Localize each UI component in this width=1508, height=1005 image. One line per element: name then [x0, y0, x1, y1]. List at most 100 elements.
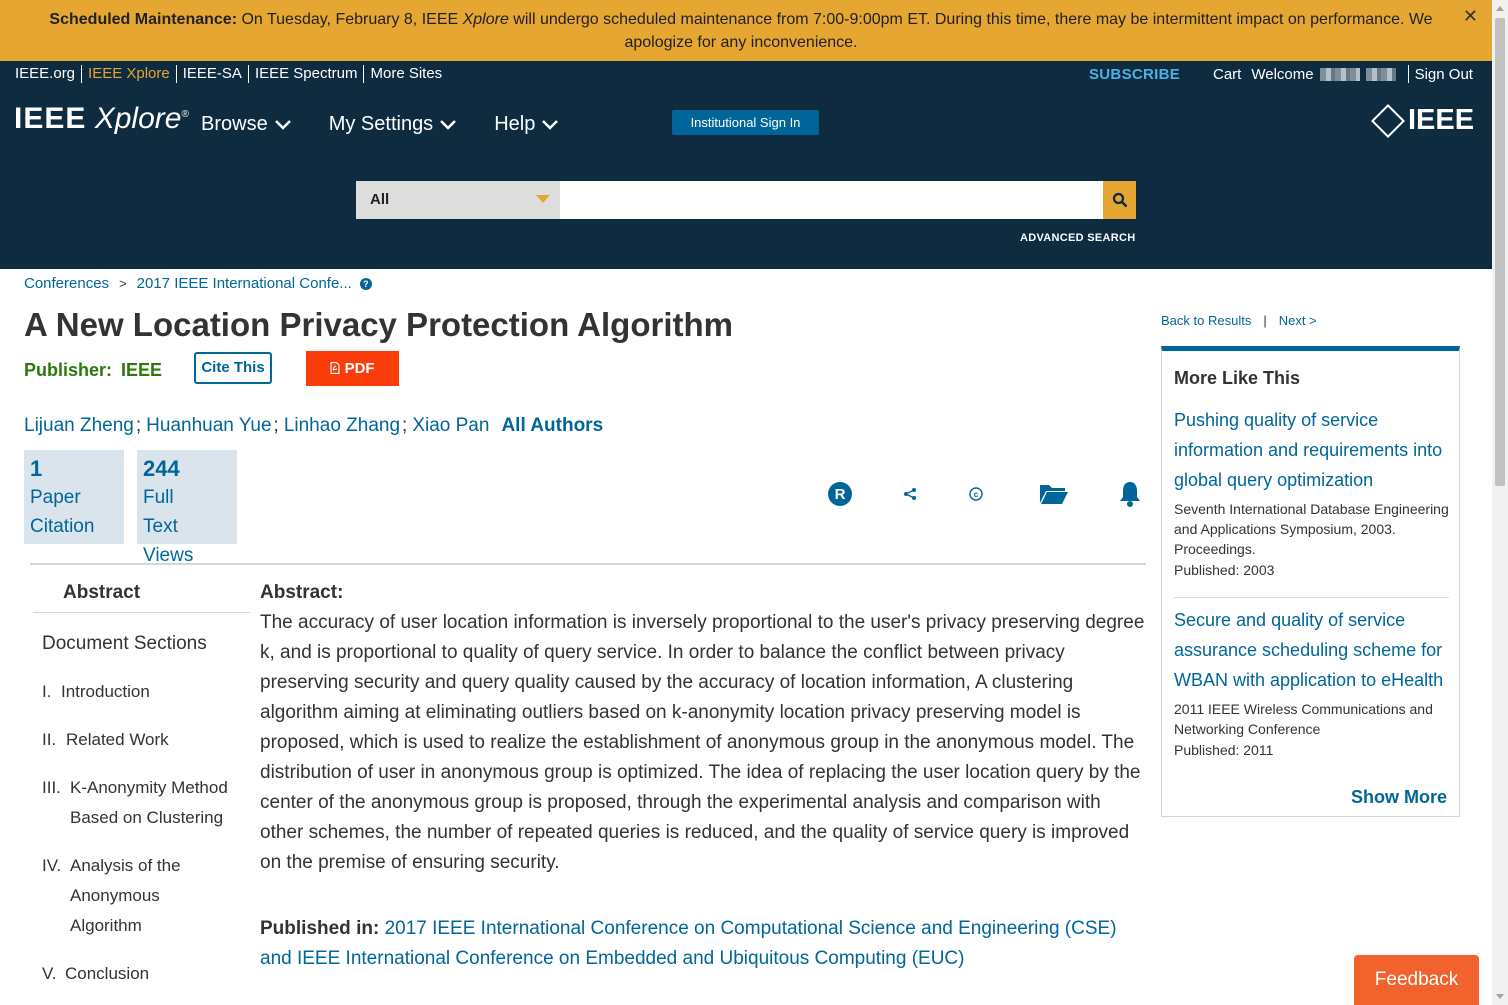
document-sections-heading: Document Sections — [42, 633, 207, 654]
page-scrollbar[interactable] — [1492, 0, 1508, 1005]
author-link[interactable]: Lijuan Zheng — [24, 415, 134, 437]
advanced-search-link[interactable]: ADVANCED SEARCH — [1020, 232, 1136, 244]
chevron-down-icon — [542, 119, 559, 130]
toc-item-introduction[interactable]: I. Introduction — [42, 677, 247, 707]
banner-text-2: will undergo scheduled maintenance from … — [508, 11, 1433, 51]
cart-link[interactable]: Cart — [1213, 66, 1241, 83]
scrollbar-thumb[interactable] — [1495, 18, 1505, 486]
article-actions: R c — [826, 480, 1142, 508]
related-article: Pushing quality of service information a… — [1174, 405, 1449, 580]
metric-label: Citation — [30, 516, 95, 537]
divider — [1174, 597, 1449, 598]
author-link[interactable]: Xiao Pan — [412, 415, 489, 437]
link-ieee-xplore-text: IEEE Xplore — [88, 65, 170, 82]
banner-text-1: On Tuesday, February 8, IEEE — [237, 11, 463, 28]
feedback-button[interactable]: Feedback — [1354, 955, 1479, 1005]
toc-item-analysis[interactable]: IV. Analysis of the Anonymous Algorithm — [42, 851, 247, 941]
search-scope-select[interactable]: All — [356, 181, 560, 219]
publisher-label: Publisher: — [24, 360, 113, 380]
nav-browse-label: Browse — [201, 113, 268, 135]
search-icon — [1112, 192, 1127, 208]
subscribe-link[interactable]: SUBSCRIBE — [1089, 66, 1180, 83]
divider — [1407, 65, 1409, 83]
toc-number: III. — [42, 778, 61, 797]
link-ieee-spectrum[interactable]: IEEE Spectrum — [249, 65, 365, 83]
nav-browse[interactable]: Browse — [201, 113, 291, 136]
blurred-username-2 — [1365, 67, 1396, 81]
svg-text:c: c — [974, 490, 979, 499]
author-link[interactable]: Huanhuan Yue — [146, 415, 271, 437]
authors-list: Lijuan Zheng; Huanhuan Yue; Linhao Zhang… — [24, 415, 603, 437]
toc-title: Analysis of the Anonymous Algorithm — [70, 856, 181, 935]
divider — [33, 612, 250, 613]
link-ieee-org[interactable]: IEEE.org — [15, 65, 83, 83]
link-more-sites[interactable]: More Sites — [364, 65, 448, 83]
nav-my-settings-label: My Settings — [328, 113, 434, 135]
breadcrumb-conferences[interactable]: Conferences — [24, 275, 109, 292]
chevron-down-icon — [274, 119, 291, 130]
related-article: Secure and quality of service assurance … — [1174, 605, 1449, 760]
folder-icon[interactable] — [1039, 482, 1069, 506]
ieee-xplore-logo[interactable]: IEEE Xplore® — [14, 102, 189, 136]
help-icon[interactable]: ? — [359, 277, 372, 290]
show-more-link[interactable]: Show More — [1351, 787, 1447, 808]
search-scope-value: All — [370, 191, 390, 208]
abstract-tab[interactable]: Abstract — [63, 582, 140, 604]
site-header: IEEE Xplore® Browse My Settings Help Ins… — [0, 87, 1492, 269]
published-in-label: Published in: — [260, 918, 380, 939]
logo-xplore-text: Xplore — [94, 102, 182, 135]
metric-label: Paper — [30, 487, 81, 508]
paper-citation-metric[interactable]: 1 Paper Citation — [24, 450, 124, 544]
blurred-username — [1319, 67, 1360, 81]
account-links: Cart Welcome Sign Out — [1213, 65, 1473, 83]
ieee-logo-text: IEEE — [1408, 104, 1475, 136]
ieee-logo[interactable]: IEEE — [1371, 103, 1475, 138]
pdf-icon — [330, 361, 341, 375]
toc-title: Conclusion — [65, 964, 150, 983]
related-article-year: Published: 2011 — [1174, 742, 1274, 758]
full-text-views-metric[interactable]: 244 Full Text Views — [137, 450, 237, 566]
more-like-this-panel: More Like This Pushing quality of servic… — [1161, 346, 1460, 817]
cite-this-button[interactable]: Cite This — [194, 352, 272, 384]
breadcrumb-conference[interactable]: 2017 IEEE International Confe... — [137, 275, 352, 292]
toc-item-conclusion[interactable]: V. Conclusion — [42, 959, 247, 989]
scroll-up-arrow-icon[interactable] — [1496, 6, 1504, 11]
search-input[interactable] — [560, 181, 1103, 219]
back-to-results-link[interactable]: Back to Results — [1161, 313, 1251, 328]
copyright-icon[interactable]: c — [968, 486, 984, 502]
link-ieee-sa[interactable]: IEEE-SA — [177, 65, 249, 83]
author-link[interactable]: Linhao Zhang — [284, 415, 400, 437]
svg-text:R: R — [835, 486, 846, 503]
toc-number: I. — [42, 682, 52, 701]
next-link[interactable]: Next > — [1279, 313, 1317, 328]
breadcrumb: Conferences > 2017 IEEE International Co… — [24, 275, 372, 292]
related-article-link[interactable]: Secure and quality of service assurance … — [1174, 605, 1449, 695]
nav-help[interactable]: Help — [494, 113, 559, 136]
rights-icon[interactable]: R — [826, 480, 854, 508]
search-button[interactable] — [1103, 181, 1136, 219]
related-article-link[interactable]: Pushing quality of service information a… — [1174, 405, 1449, 495]
all-authors-link[interactable]: All Authors — [501, 415, 603, 437]
institutional-sign-in-button[interactable]: Institutional Sign In — [672, 110, 819, 135]
page-title: A New Location Privacy Protection Algori… — [24, 306, 734, 343]
published-in-link[interactable]: 2017 IEEE International Conference on Co… — [260, 918, 1117, 969]
scroll-down-arrow-icon[interactable] — [1496, 994, 1504, 999]
caret-down-icon — [536, 195, 550, 203]
welcome-text: Welcome — [1251, 65, 1314, 83]
toc-number: V. — [42, 964, 57, 983]
link-ieee-xplore[interactable]: IEEE Xplore — [82, 65, 177, 83]
toc-number: II. — [42, 730, 57, 749]
toc-item-k-anonymity-method[interactable]: III. K-Anonymity Method Based on Clusteri… — [42, 773, 247, 833]
share-icon[interactable] — [903, 487, 917, 501]
toc-item-related-work[interactable]: II. Related Work — [42, 725, 247, 755]
banner-close-icon[interactable]: ✕ — [1463, 5, 1478, 28]
nav-help-label: Help — [494, 113, 536, 135]
nav-my-settings[interactable]: My Settings — [328, 113, 457, 136]
toc-number: IV. — [42, 856, 62, 875]
sign-out-link[interactable]: Sign Out — [1415, 66, 1473, 83]
pdf-button[interactable]: PDF — [306, 351, 399, 386]
author-separator: ; — [402, 415, 408, 436]
ieee-sites-links: IEEE.org IEEE Xplore IEEE-SA IEEE Spectr… — [15, 65, 448, 83]
related-article-year: Published: 2003 — [1174, 562, 1275, 578]
bell-icon[interactable] — [1118, 480, 1142, 508]
